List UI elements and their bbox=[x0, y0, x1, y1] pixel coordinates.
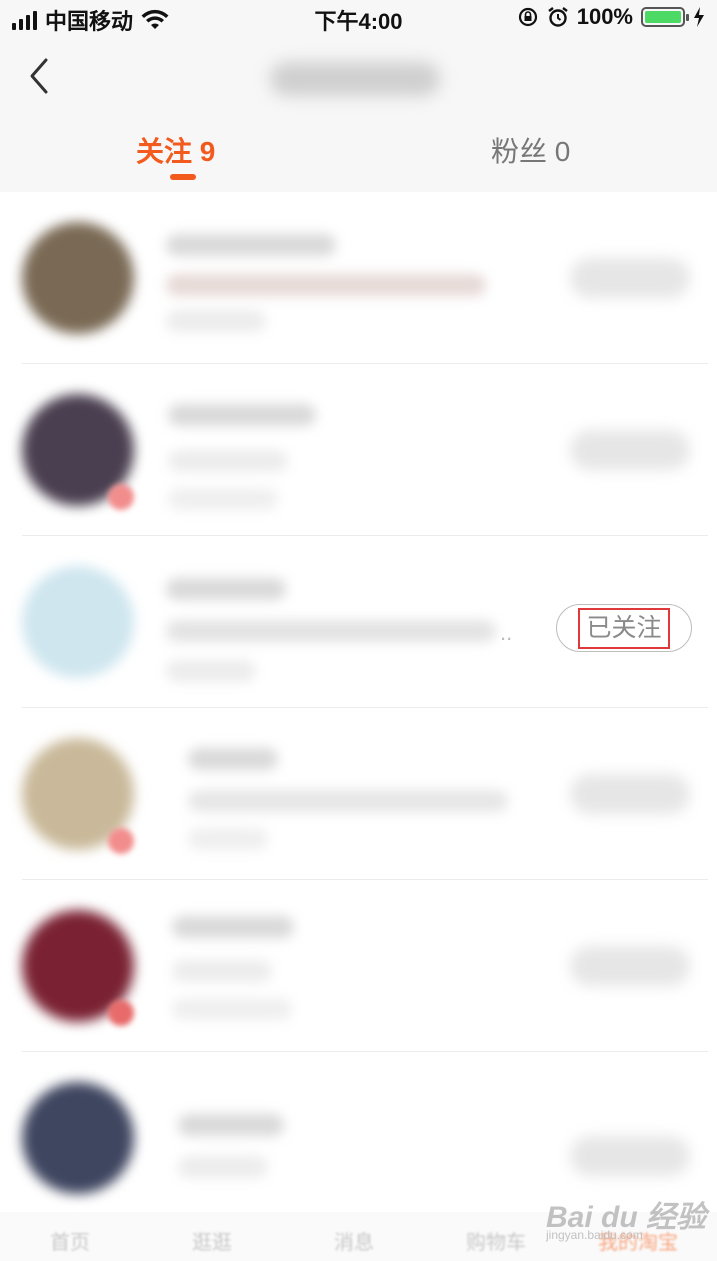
follow-button-blurred[interactable] bbox=[570, 946, 690, 986]
page-title-blurred bbox=[270, 62, 440, 96]
desc-blurred bbox=[166, 620, 496, 642]
active-tab-indicator bbox=[170, 174, 196, 180]
tab-bar: 关注 9 粉丝 0 bbox=[0, 122, 717, 192]
desc-blurred bbox=[172, 960, 272, 982]
nav-bar bbox=[0, 34, 717, 122]
follow-button-blurred[interactable] bbox=[570, 430, 690, 470]
following-button-label: 已关注 bbox=[578, 607, 670, 649]
baidu-watermark: Bai du 经验 jingyan.baidu.com bbox=[546, 1184, 706, 1244]
badge-icon bbox=[108, 1000, 134, 1026]
battery-percent: 100% bbox=[576, 4, 633, 29]
list-item[interactable] bbox=[8, 192, 708, 364]
meta-blurred bbox=[172, 998, 292, 1020]
avatar bbox=[22, 1082, 134, 1194]
charging-icon bbox=[694, 7, 704, 27]
name-blurred bbox=[178, 1114, 284, 1136]
following-list: .. 已关注 bbox=[8, 192, 708, 1212]
desc-blurred bbox=[178, 1156, 268, 1178]
name-blurred bbox=[188, 748, 278, 770]
battery-fill bbox=[645, 11, 681, 23]
chevron-left-icon[interactable] bbox=[24, 56, 54, 96]
desc-blurred bbox=[168, 450, 288, 472]
follow-button-blurred[interactable] bbox=[570, 774, 690, 814]
list-item[interactable]: .. 已关注 bbox=[8, 536, 708, 708]
watermark-subtext: jingyan.baidu.com bbox=[546, 1228, 643, 1242]
desc-blurred bbox=[166, 274, 486, 296]
bottom-tab-cart[interactable]: 购物车 bbox=[466, 1226, 526, 1255]
avatar bbox=[22, 222, 134, 334]
name-blurred bbox=[168, 404, 316, 426]
alarm-icon bbox=[547, 7, 568, 27]
following-button[interactable]: 已关注 bbox=[556, 604, 692, 652]
tab-following[interactable]: 关注 9 bbox=[136, 130, 215, 170]
follow-button-blurred[interactable] bbox=[570, 1136, 690, 1176]
follow-button-blurred[interactable] bbox=[570, 258, 690, 298]
meta-blurred bbox=[166, 660, 256, 682]
badge-icon bbox=[108, 828, 134, 854]
bottom-tab-messages[interactable]: 消息 bbox=[334, 1226, 374, 1255]
meta-blurred bbox=[188, 828, 268, 850]
status-right: 100% bbox=[517, 4, 705, 30]
bottom-tab-home[interactable]: 首页 bbox=[50, 1226, 90, 1255]
list-item[interactable] bbox=[8, 880, 708, 1052]
orientation-lock-icon bbox=[518, 7, 537, 27]
meta-blurred bbox=[166, 310, 266, 332]
desc-blurred bbox=[188, 790, 508, 812]
bottom-tab-browse[interactable]: 逛逛 bbox=[192, 1226, 232, 1255]
name-blurred bbox=[166, 234, 336, 256]
status-bar: 中国移动 下午4:00 100% bbox=[0, 0, 717, 34]
name-blurred bbox=[166, 578, 286, 600]
badge-icon bbox=[108, 484, 134, 510]
battery-icon bbox=[641, 7, 689, 27]
description-ellipsis: .. bbox=[500, 620, 513, 645]
list-item[interactable] bbox=[8, 708, 708, 880]
tab-fans[interactable]: 粉丝 0 bbox=[491, 130, 570, 170]
list-item[interactable] bbox=[8, 364, 708, 536]
name-blurred bbox=[172, 916, 294, 938]
avatar bbox=[22, 566, 134, 678]
meta-blurred bbox=[168, 488, 278, 510]
